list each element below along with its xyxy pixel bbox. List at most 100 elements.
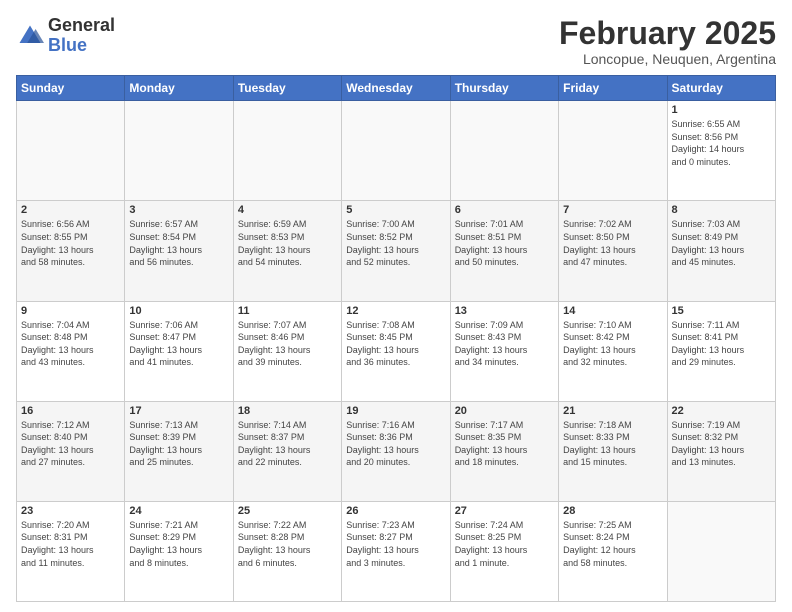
week-row-4: 23 Sunrise: 7:20 AM Sunset: 8:31 PM Dayli… <box>17 501 776 601</box>
calendar-cell-w3-d1: 17 Sunrise: 7:13 AM Sunset: 8:39 PM Dayli… <box>125 401 233 501</box>
calendar-cell-w1-d0: 2Sunrise: 6:56 AM Sunset: 8:55 PM Daylig… <box>17 201 125 301</box>
calendar-cell-w3-d6: 22 Sunrise: 7:19 AM Sunset: 8:32 PM Dayli… <box>667 401 775 501</box>
calendar-cell-w1-d3: 5 Sunrise: 7:00 AM Sunset: 8:52 PM Daylig… <box>342 201 450 301</box>
calendar-header-row: Sunday Monday Tuesday Wednesday Thursday… <box>17 76 776 101</box>
logo: General Blue <box>16 16 115 56</box>
col-sunday: Sunday <box>17 76 125 101</box>
calendar-cell-w4-d0: 23 Sunrise: 7:20 AM Sunset: 8:31 PM Dayli… <box>17 501 125 601</box>
calendar-cell-w0-d0 <box>17 101 125 201</box>
day-number-1: 1 <box>672 104 771 116</box>
col-wednesday: Wednesday <box>342 76 450 101</box>
week-row-0: 1 Sunrise: 6:55 AM Sunset: 8:56 PM Daylig… <box>17 101 776 201</box>
calendar-cell-w0-d5 <box>559 101 667 201</box>
day-info-9: Sunrise: 7:04 AM Sunset: 8:48 PM Dayligh… <box>21 319 120 369</box>
calendar-cell-w3-d3: 19Sunrise: 7:16 AM Sunset: 8:36 PM Dayli… <box>342 401 450 501</box>
calendar-cell-w0-d4 <box>450 101 558 201</box>
calendar-cell-w2-d2: 11 Sunrise: 7:07 AM Sunset: 8:46 PM Dayli… <box>233 301 341 401</box>
day-number-23: 23 <box>21 505 120 517</box>
day-number-17: 17 <box>129 405 228 417</box>
calendar-cell-w3-d4: 20Sunrise: 7:17 AM Sunset: 8:35 PM Dayli… <box>450 401 558 501</box>
calendar-cell-w2-d4: 13Sunrise: 7:09 AM Sunset: 8:43 PM Dayli… <box>450 301 558 401</box>
month-title: February 2025 <box>559 16 776 51</box>
day-number-11: 11 <box>238 305 337 317</box>
day-number-7: 7 <box>563 204 662 216</box>
logo-general-text: General <box>48 16 115 36</box>
day-number-8: 8 <box>672 204 771 216</box>
day-number-18: 18 <box>238 405 337 417</box>
calendar-cell-w4-d6 <box>667 501 775 601</box>
day-info-18: Sunrise: 7:14 AM Sunset: 8:37 PM Dayligh… <box>238 419 337 469</box>
calendar-cell-w1-d5: 7Sunrise: 7:02 AM Sunset: 8:50 PM Daylig… <box>559 201 667 301</box>
title-block: February 2025 Loncopue, Neuquen, Argenti… <box>559 16 776 67</box>
location-subtitle: Loncopue, Neuquen, Argentina <box>559 51 776 67</box>
day-number-14: 14 <box>563 305 662 317</box>
day-number-3: 3 <box>129 204 228 216</box>
calendar-cell-w0-d6: 1 Sunrise: 6:55 AM Sunset: 8:56 PM Daylig… <box>667 101 775 201</box>
header: General Blue February 2025 Loncopue, Neu… <box>16 16 776 67</box>
day-number-26: 26 <box>346 505 445 517</box>
day-number-5: 5 <box>346 204 445 216</box>
col-friday: Friday <box>559 76 667 101</box>
calendar-cell-w2-d3: 12 Sunrise: 7:08 AM Sunset: 8:45 PM Dayli… <box>342 301 450 401</box>
day-info-3: Sunrise: 6:57 AM Sunset: 8:54 PM Dayligh… <box>129 218 228 268</box>
calendar-cell-w1-d1: 3 Sunrise: 6:57 AM Sunset: 8:54 PM Daylig… <box>125 201 233 301</box>
day-info-1: Sunrise: 6:55 AM Sunset: 8:56 PM Dayligh… <box>672 118 771 168</box>
page: General Blue February 2025 Loncopue, Neu… <box>0 0 792 612</box>
calendar-table: Sunday Monday Tuesday Wednesday Thursday… <box>16 75 776 602</box>
week-row-2: 9 Sunrise: 7:04 AM Sunset: 8:48 PM Daylig… <box>17 301 776 401</box>
day-number-19: 19 <box>346 405 445 417</box>
calendar-cell-w4-d5: 28Sunrise: 7:25 AM Sunset: 8:24 PM Dayli… <box>559 501 667 601</box>
day-number-25: 25 <box>238 505 337 517</box>
day-info-23: Sunrise: 7:20 AM Sunset: 8:31 PM Dayligh… <box>21 519 120 569</box>
calendar-cell-w4-d1: 24 Sunrise: 7:21 AM Sunset: 8:29 PM Dayli… <box>125 501 233 601</box>
calendar-cell-w3-d0: 16 Sunrise: 7:12 AM Sunset: 8:40 PM Dayli… <box>17 401 125 501</box>
day-number-21: 21 <box>563 405 662 417</box>
day-info-27: Sunrise: 7:24 AM Sunset: 8:25 PM Dayligh… <box>455 519 554 569</box>
day-number-10: 10 <box>129 305 228 317</box>
calendar-cell-w1-d4: 6Sunrise: 7:01 AM Sunset: 8:51 PM Daylig… <box>450 201 558 301</box>
calendar-cell-w2-d6: 15 Sunrise: 7:11 AM Sunset: 8:41 PM Dayli… <box>667 301 775 401</box>
day-number-27: 27 <box>455 505 554 517</box>
day-number-24: 24 <box>129 505 228 517</box>
day-number-20: 20 <box>455 405 554 417</box>
calendar-cell-w1-d6: 8 Sunrise: 7:03 AM Sunset: 8:49 PM Daylig… <box>667 201 775 301</box>
day-number-16: 16 <box>21 405 120 417</box>
day-info-5: Sunrise: 7:00 AM Sunset: 8:52 PM Dayligh… <box>346 218 445 268</box>
day-info-17: Sunrise: 7:13 AM Sunset: 8:39 PM Dayligh… <box>129 419 228 469</box>
day-number-2: 2 <box>21 204 120 216</box>
calendar-cell-w2-d5: 14 Sunrise: 7:10 AM Sunset: 8:42 PM Dayli… <box>559 301 667 401</box>
day-info-14: Sunrise: 7:10 AM Sunset: 8:42 PM Dayligh… <box>563 319 662 369</box>
day-info-12: Sunrise: 7:08 AM Sunset: 8:45 PM Dayligh… <box>346 319 445 369</box>
day-number-22: 22 <box>672 405 771 417</box>
calendar-cell-w3-d5: 21 Sunrise: 7:18 AM Sunset: 8:33 PM Dayli… <box>559 401 667 501</box>
day-info-21: Sunrise: 7:18 AM Sunset: 8:33 PM Dayligh… <box>563 419 662 469</box>
day-number-4: 4 <box>238 204 337 216</box>
calendar-cell-w2-d1: 10 Sunrise: 7:06 AM Sunset: 8:47 PM Dayli… <box>125 301 233 401</box>
week-row-3: 16 Sunrise: 7:12 AM Sunset: 8:40 PM Dayli… <box>17 401 776 501</box>
day-info-10: Sunrise: 7:06 AM Sunset: 8:47 PM Dayligh… <box>129 319 228 369</box>
day-number-28: 28 <box>563 505 662 517</box>
day-number-15: 15 <box>672 305 771 317</box>
day-info-8: Sunrise: 7:03 AM Sunset: 8:49 PM Dayligh… <box>672 218 771 268</box>
day-info-4: Sunrise: 6:59 AM Sunset: 8:53 PM Dayligh… <box>238 218 337 268</box>
day-info-26: Sunrise: 7:23 AM Sunset: 8:27 PM Dayligh… <box>346 519 445 569</box>
day-info-15: Sunrise: 7:11 AM Sunset: 8:41 PM Dayligh… <box>672 319 771 369</box>
calendar-cell-w4-d3: 26 Sunrise: 7:23 AM Sunset: 8:27 PM Dayli… <box>342 501 450 601</box>
day-info-24: Sunrise: 7:21 AM Sunset: 8:29 PM Dayligh… <box>129 519 228 569</box>
day-info-11: Sunrise: 7:07 AM Sunset: 8:46 PM Dayligh… <box>238 319 337 369</box>
logo-blue-text: Blue <box>48 36 115 56</box>
week-row-1: 2Sunrise: 6:56 AM Sunset: 8:55 PM Daylig… <box>17 201 776 301</box>
col-thursday: Thursday <box>450 76 558 101</box>
calendar-cell-w0-d3 <box>342 101 450 201</box>
calendar-cell-w0-d1 <box>125 101 233 201</box>
day-info-16: Sunrise: 7:12 AM Sunset: 8:40 PM Dayligh… <box>21 419 120 469</box>
calendar-cell-w1-d2: 4 Sunrise: 6:59 AM Sunset: 8:53 PM Daylig… <box>233 201 341 301</box>
day-number-6: 6 <box>455 204 554 216</box>
day-number-12: 12 <box>346 305 445 317</box>
day-info-13: Sunrise: 7:09 AM Sunset: 8:43 PM Dayligh… <box>455 319 554 369</box>
day-info-25: Sunrise: 7:22 AM Sunset: 8:28 PM Dayligh… <box>238 519 337 569</box>
day-info-22: Sunrise: 7:19 AM Sunset: 8:32 PM Dayligh… <box>672 419 771 469</box>
calendar-cell-w0-d2 <box>233 101 341 201</box>
day-number-9: 9 <box>21 305 120 317</box>
calendar-cell-w4-d4: 27 Sunrise: 7:24 AM Sunset: 8:25 PM Dayli… <box>450 501 558 601</box>
